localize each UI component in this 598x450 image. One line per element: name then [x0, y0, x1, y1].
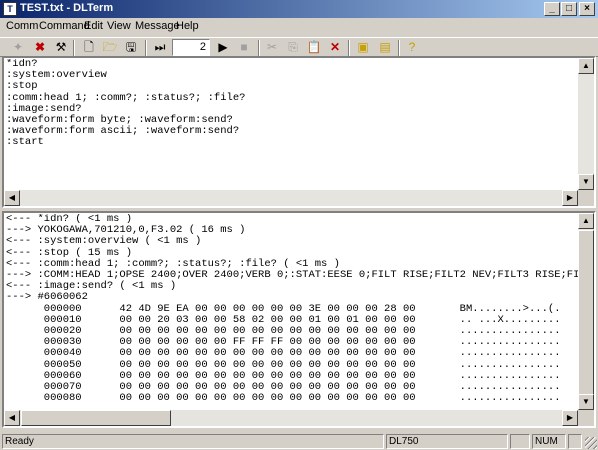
log-list: <--- *idn? ( <1 ms ) ---> YOKOGAWA,701210… — [6, 214, 579, 412]
menu-edit[interactable]: Edit — [84, 20, 103, 32]
status-num: NUM — [532, 434, 566, 449]
menu-bar: Comm Command Edit View Message Help — [0, 18, 598, 36]
maximize-button[interactable]: □ — [561, 2, 577, 16]
open-log-icon[interactable]: ▤ — [376, 39, 394, 56]
scroll-left-icon[interactable]: ◀ — [4, 190, 20, 206]
step-icon[interactable]: ⏭ — [151, 39, 169, 56]
resize-grip[interactable] — [585, 437, 597, 449]
open-icon[interactable]: 🗁 — [101, 39, 119, 56]
minimize-button[interactable]: _ — [544, 2, 560, 16]
command-line: :waveform:form ascii; :waveform:send? — [6, 125, 240, 138]
menu-command[interactable]: Command — [39, 20, 90, 32]
scroll-right-icon[interactable]: ▶ — [562, 190, 578, 206]
connect-icon[interactable]: ✦ — [9, 39, 27, 56]
cut-icon[interactable]: ✂ — [263, 39, 281, 56]
command-editor[interactable]: *idn?:system:overview:stop:comm:head 1; … — [2, 56, 596, 208]
app-icon: T — [3, 2, 17, 16]
scroll-up-icon[interactable]: ▲ — [578, 58, 594, 74]
command-line: :start — [6, 136, 44, 149]
window-title: TEST.txt - DLTerm — [20, 2, 114, 14]
title-bar: T TEST.txt - DLTerm _ □ × — [0, 0, 598, 18]
toolbar: ✦ ✖ ⚒ 🗋 🗁 🖫 ⏭ 2 ▶ ■ ✂ ⎘ 📋 ✕ ▣ ▤ ? — [0, 37, 598, 57]
send-count-spinner[interactable]: 2 — [172, 39, 210, 56]
scroll-right-icon[interactable]: ▶ — [562, 410, 578, 426]
hex-row: 000080 00 00 00 00 00 00 00 00 00 00 00 … — [6, 392, 561, 405]
command-list[interactable]: *idn?:system:overview:stop:comm:head 1; … — [6, 59, 579, 192]
help-icon[interactable]: ? — [403, 39, 421, 56]
scroll-corner — [578, 410, 594, 426]
scroll-up-icon[interactable]: ▲ — [578, 213, 594, 229]
scroll-thumb[interactable] — [578, 230, 594, 400]
scroll-down-icon[interactable]: ▼ — [578, 394, 594, 410]
status-text: Ready — [2, 434, 384, 449]
log-vertical-scrollbar[interactable]: ▲ ▼ — [578, 213, 594, 410]
toolbar-separator — [398, 40, 400, 56]
scroll-down-icon[interactable]: ▼ — [578, 174, 594, 190]
scroll-corner — [578, 190, 594, 206]
save-log-icon[interactable]: ▣ — [354, 39, 372, 56]
settings-icon[interactable]: ⚒ — [52, 39, 70, 56]
editor-horizontal-scrollbar[interactable]: ◀ ▶ — [4, 190, 578, 206]
menu-view[interactable]: View — [107, 20, 131, 32]
log-line: ---> #6060062 — [6, 291, 88, 304]
scroll-left-icon[interactable]: ◀ — [4, 410, 20, 426]
copy-icon[interactable]: ⎘ — [284, 39, 302, 56]
toolbar-separator — [145, 40, 147, 56]
new-file-icon[interactable]: 🗋 — [80, 39, 98, 56]
editor-vertical-scrollbar[interactable]: ▲ ▼ — [578, 58, 594, 190]
paste-icon[interactable]: 📋 — [305, 39, 323, 56]
command-line: :system:overview — [6, 69, 107, 82]
toolbar-separator — [348, 40, 350, 56]
play-icon[interactable]: ▶ — [214, 39, 232, 56]
command-line: :comm:head 1; :comm?; :status?; :file? — [6, 91, 246, 104]
save-icon[interactable]: 🖫 — [122, 39, 140, 56]
stop-icon[interactable]: ■ — [235, 39, 253, 56]
response-log[interactable]: <--- *idn? ( <1 ms ) ---> YOKOGAWA,701210… — [2, 211, 596, 428]
menu-comm[interactable]: Comm — [6, 20, 38, 32]
menu-message[interactable]: Message — [135, 20, 180, 32]
command-line: :stop — [6, 80, 38, 93]
log-line: <--- :image:send? ( <1 ms ) — [6, 280, 177, 293]
log-horizontal-scrollbar[interactable]: ◀ ▶ — [4, 410, 578, 426]
toolbar-separator — [258, 40, 260, 56]
toolbar-separator — [73, 40, 75, 56]
log-line: <--- :system:overview ( <1 ms ) — [6, 235, 202, 248]
close-button[interactable]: × — [579, 2, 595, 16]
hex-row: 000040 00 00 00 00 00 00 00 00 00 00 00 … — [6, 347, 561, 360]
delete-icon[interactable]: ✕ — [326, 39, 344, 56]
status-bar: Ready DL750 NUM — [0, 432, 598, 450]
status-device: DL750 — [386, 434, 508, 449]
menu-help[interactable]: Help — [176, 20, 199, 32]
status-cell — [510, 434, 530, 449]
status-cell — [568, 434, 582, 449]
disconnect-icon[interactable]: ✖ — [31, 39, 49, 56]
scroll-thumb[interactable] — [21, 410, 171, 426]
